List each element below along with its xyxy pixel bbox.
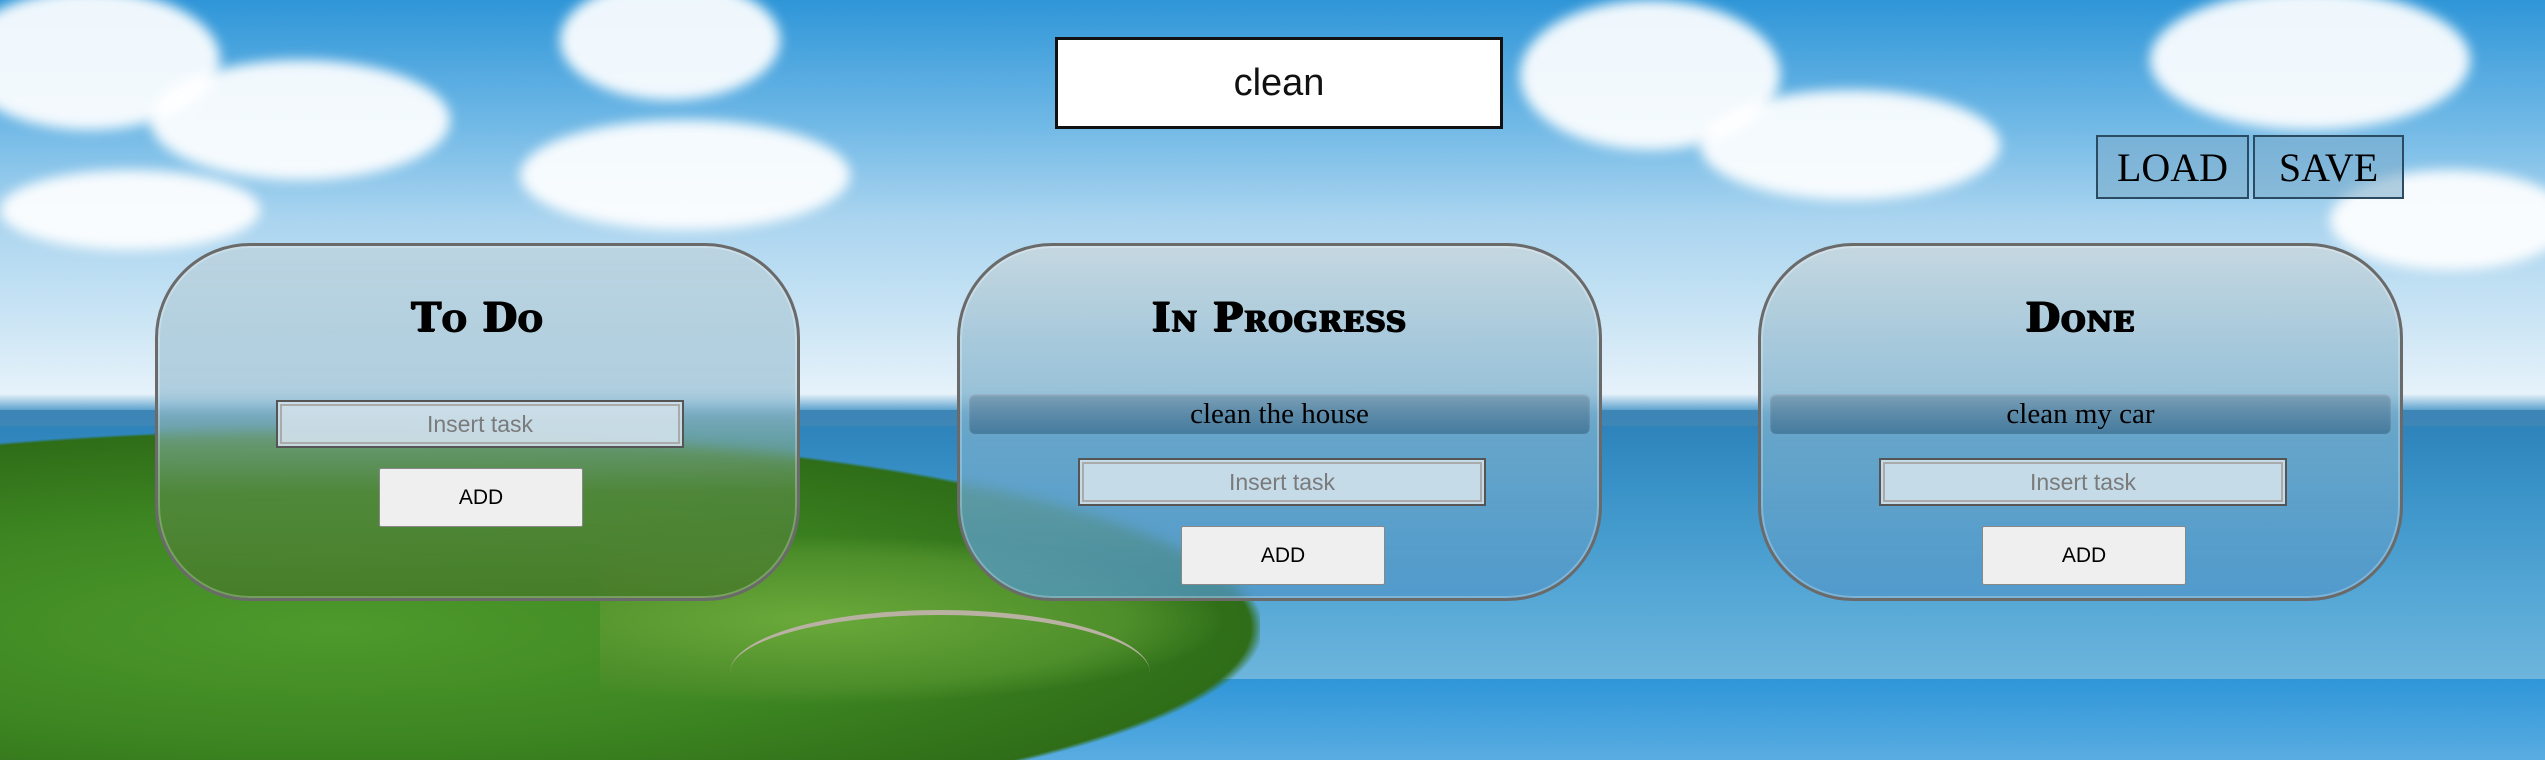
load-button[interactable]: LOAD [2096, 135, 2249, 199]
column-title: To Do [411, 294, 544, 341]
cloud [520, 120, 850, 230]
in-progress-column: In Progress clean the house ADD [957, 243, 1602, 601]
add-task-button[interactable]: ADD [1181, 526, 1385, 585]
save-button[interactable]: SAVE [2253, 135, 2404, 199]
task-input[interactable] [1879, 458, 2287, 506]
cloud [2150, 0, 2470, 130]
column-title: In Progress [1151, 294, 1408, 341]
cloud [0, 170, 260, 250]
cloud [560, 0, 780, 100]
add-task-button[interactable]: ADD [1982, 526, 2186, 585]
task-item[interactable]: clean my car [1770, 394, 2391, 434]
cloud [1700, 90, 2000, 200]
done-column: Done clean my car ADD [1758, 243, 2403, 601]
task-item[interactable]: clean the house [969, 394, 1590, 434]
road [730, 610, 1150, 735]
task-input[interactable] [1078, 458, 1486, 506]
column-title: Done [2025, 294, 2136, 341]
todo-column: To Do ADD [155, 243, 800, 601]
cloud [150, 60, 450, 180]
task-input[interactable] [276, 400, 684, 448]
search-input[interactable]: clean [1055, 37, 1503, 129]
add-task-button[interactable]: ADD [379, 468, 583, 527]
